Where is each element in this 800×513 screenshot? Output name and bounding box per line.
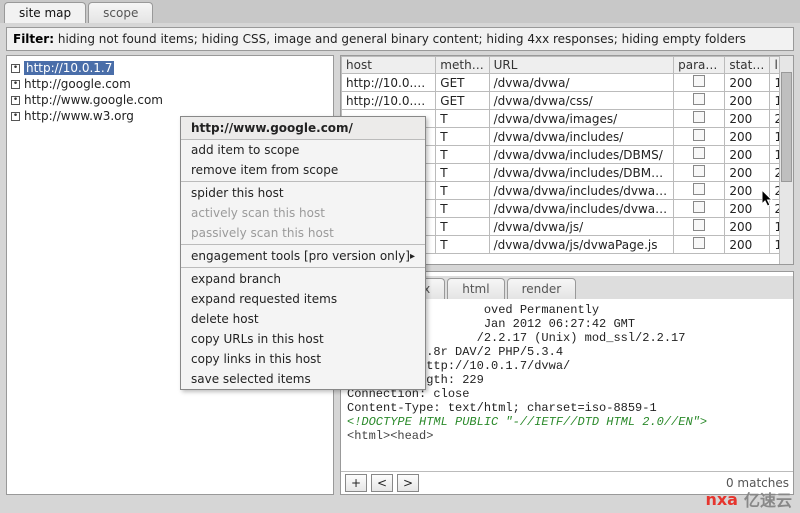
params-checkbox[interactable] [693,129,705,141]
menu-item[interactable]: delete host [181,309,425,329]
params-checkbox[interactable] [693,75,705,87]
col-method[interactable]: method [436,57,489,74]
next-match-button[interactable]: > [397,474,419,492]
params-checkbox[interactable] [693,201,705,213]
table-row[interactable]: http://10.0.1.7GET/dvwa/dvwa/20017 [342,74,793,92]
watermark-nxa: nxa [705,490,738,509]
tree-item[interactable]: • http://google.com [9,76,331,92]
tree-item-label: http://google.com [24,77,131,91]
expand-icon[interactable]: • [11,96,20,105]
filter-label: Filter: [13,32,54,46]
col-url[interactable]: URL [489,57,674,74]
expand-icon[interactable]: • [11,64,20,73]
params-checkbox[interactable] [693,219,705,231]
col-params[interactable]: params [674,57,725,74]
params-checkbox[interactable] [693,111,705,123]
menu-item: actively scan this host [181,203,425,223]
tab-html[interactable]: html [447,278,504,299]
menu-item[interactable]: expand requested items [181,289,425,309]
col-host[interactable]: host [342,57,436,74]
tree-item[interactable]: • http://www.google.com [9,92,331,108]
add-button[interactable]: + [345,474,367,492]
top-tabs: site map scope [0,0,800,23]
watermark-yisu: 亿速云 [744,487,792,511]
params-checkbox[interactable] [693,237,705,249]
tree-item-label: http://www.google.com [24,93,163,107]
menu-item: passively scan this host [181,223,425,243]
filter-text: hiding not found items; hiding CSS, imag… [58,32,746,46]
menu-item[interactable]: add item to scope [181,140,425,160]
tree-item-label: http://10.0.1.7 [24,61,114,75]
context-menu-header: http://www.google.com/ [181,117,425,140]
tree-item-label: http://www.w3.org [24,109,134,123]
table-scrollbar[interactable] [779,56,793,264]
menu-item[interactable]: engagement tools [pro version only] [181,246,425,266]
tab-render[interactable]: render [507,278,577,299]
params-checkbox[interactable] [693,165,705,177]
tab-scope[interactable]: scope [88,2,153,23]
menu-item[interactable]: remove item from scope [181,160,425,180]
context-menu: http://www.google.com/ add item to scope… [180,116,426,390]
filter-bar[interactable]: Filter: hiding not found items; hiding C… [6,27,794,51]
menu-item[interactable]: spider this host [181,183,425,203]
col-status[interactable]: status [725,57,770,74]
expand-icon[interactable]: • [11,80,20,89]
menu-item[interactable]: expand branch [181,269,425,289]
prev-match-button[interactable]: < [371,474,393,492]
params-checkbox[interactable] [693,147,705,159]
params-checkbox[interactable] [693,93,705,105]
tree-item[interactable]: • http://10.0.1.7 [9,60,331,76]
menu-item[interactable]: copy links in this host [181,349,425,369]
expand-icon[interactable]: • [11,112,20,121]
menu-item[interactable]: save selected items [181,369,425,389]
tab-site-map[interactable]: site map [4,2,86,23]
watermark: nxa 亿速云 [705,487,792,511]
params-checkbox[interactable] [693,183,705,195]
table-row[interactable]: http://10.0.1.7GET/dvwa/dvwa/css/20017 [342,92,793,110]
menu-item[interactable]: copy URLs in this host [181,329,425,349]
